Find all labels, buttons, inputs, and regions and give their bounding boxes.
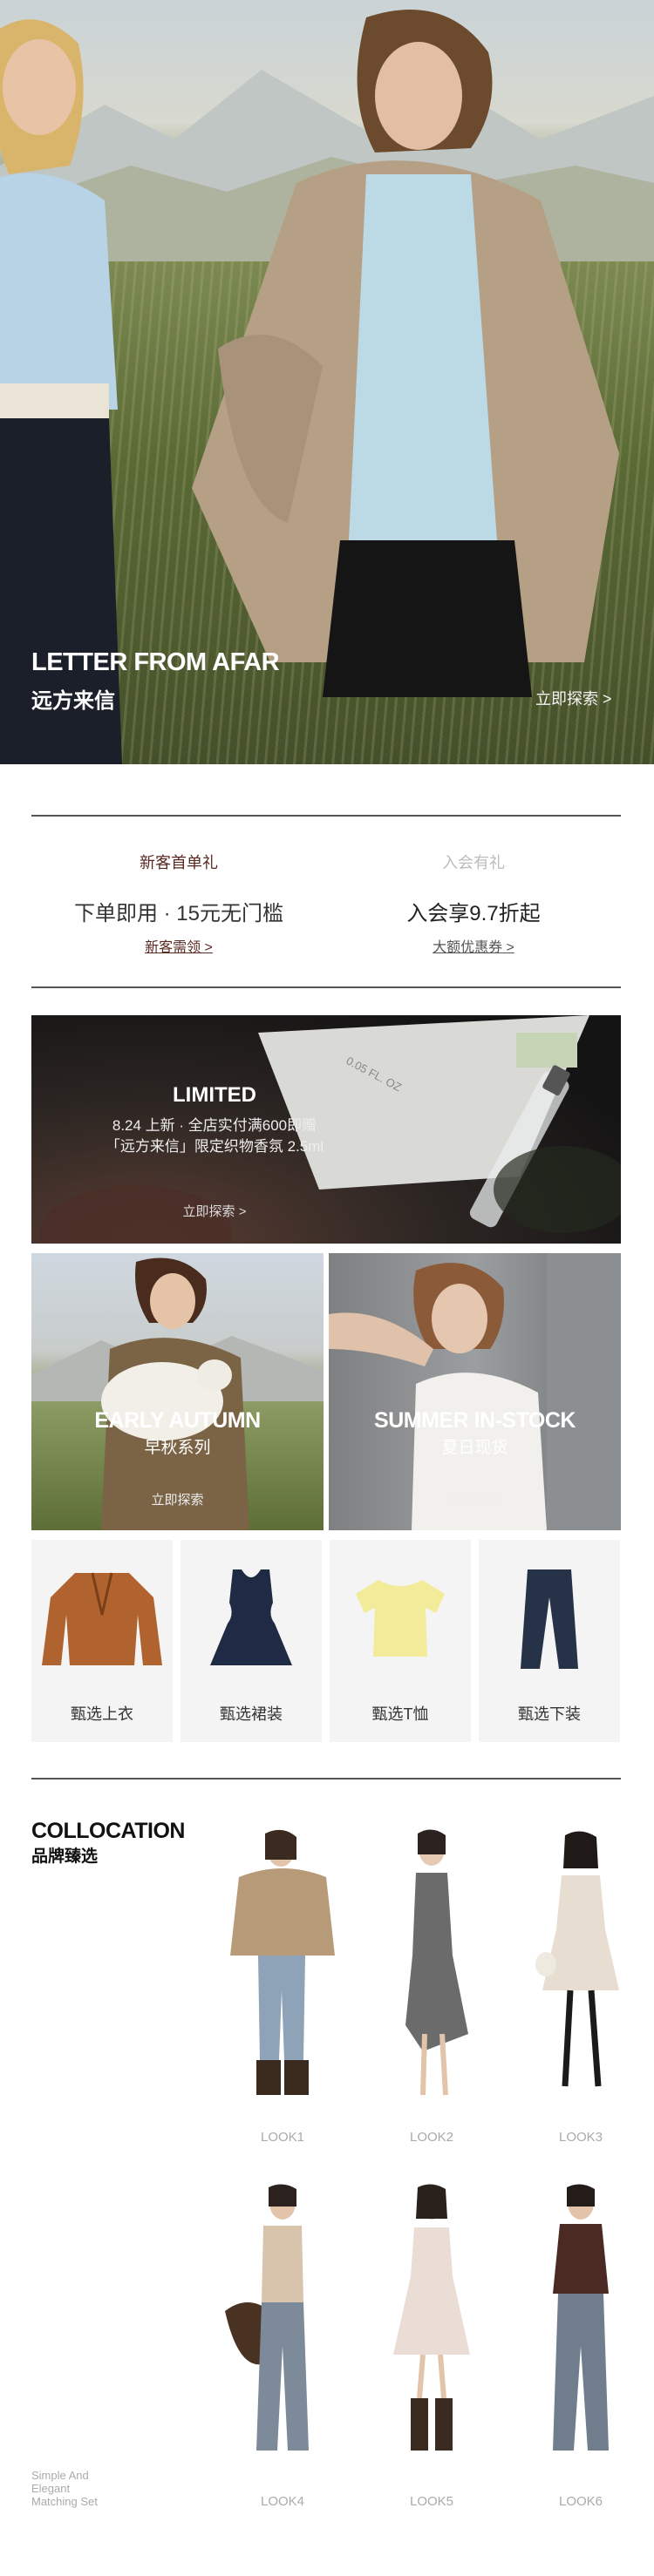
promo-title: EARLY AUTUMN — [94, 1408, 261, 1433]
look-3-outfit — [535, 1831, 619, 2087]
coupon-main-text: 入会享9.7折起 — [406, 902, 541, 925]
hero-title: LETTER FROM AFAR — [31, 648, 280, 676]
collocation-note: Simple And Elegant Matching Set — [31, 2469, 98, 2508]
look-2-outfit — [405, 1829, 468, 2096]
look-1-image[interactable] — [213, 1825, 352, 2112]
look-4-outfit — [225, 2184, 309, 2451]
coupon-new-customer[interactable]: 新客首单礼 下单即用 · 15元无门槛 新客需领 > — [31, 851, 326, 956]
look-2-label: LOOK2 — [409, 2130, 454, 2145]
coupon-label: 入会有礼 — [442, 854, 505, 871]
look-5-outfit — [393, 2184, 470, 2451]
category-dresses[interactable]: 甄选裙装 — [181, 1540, 322, 1742]
category-label: 甄选裙装 — [220, 1705, 283, 1723]
promo-explore-link[interactable]: 立即探索 — [329, 1490, 621, 1508]
collocation-title: COLLOCATION — [31, 1819, 185, 1843]
promo-early-autumn[interactable]: EARLY AUTUMN 早秋系列 立即探索 — [31, 1253, 324, 1530]
limited-line-2: 「远方来信」限定织物香氛 2.5ml — [105, 1138, 324, 1155]
limited-explore-link[interactable]: 立即探索 > — [31, 1202, 398, 1220]
category-label: 甄选T恤 — [371, 1705, 429, 1723]
category-label: 甄选上衣 — [71, 1705, 133, 1723]
tshirt-icon — [356, 1580, 445, 1657]
look-1-outfit — [230, 1829, 335, 2095]
coupon-member[interactable]: 入会有礼 入会享9.7折起 大额优惠券 > — [326, 851, 621, 956]
look-3-image[interactable] — [511, 1825, 651, 2112]
coupon-label: 新客首单礼 — [140, 854, 218, 871]
dress-icon — [210, 1569, 292, 1665]
divider — [31, 1778, 621, 1779]
category-bottoms[interactable]: 甄选下装 — [479, 1540, 620, 1742]
hero-subtitle: 远方来信 — [31, 689, 115, 713]
look-6-outfit — [553, 2184, 609, 2451]
collocation-subtitle: 品牌臻选 — [31, 1847, 99, 1866]
category-tshirts[interactable]: 甄选T恤 — [330, 1540, 471, 1742]
hero-explore-link[interactable]: 立即探索 > — [535, 687, 612, 709]
category-label: 甄选下装 — [518, 1705, 581, 1723]
coupon-claim-link[interactable]: 大额优惠券 > — [433, 935, 514, 956]
look-4-image[interactable] — [213, 2180, 352, 2468]
promo-subtitle: 早秋系列 — [144, 1439, 211, 1457]
jacket-icon — [42, 1572, 162, 1665]
summer-instock-image — [329, 1253, 621, 1530]
hero-banner[interactable]: LETTER FROM AFAR 远方来信 立即探索 > — [0, 0, 654, 764]
limited-banner[interactable]: 0.05 FL. OZ LIMITED 8.24 上新 · 全店实付满600即赠… — [31, 1015, 621, 1244]
promo-title: SUMMER IN-STOCK — [374, 1408, 576, 1433]
look-6-image[interactable] — [511, 2180, 651, 2468]
look-4-label: LOOK4 — [260, 2494, 305, 2509]
look-6-label: LOOK6 — [558, 2494, 603, 2509]
divider — [31, 986, 621, 988]
limited-title: LIMITED — [173, 1083, 256, 1107]
promo-summer-in-stock[interactable]: SUMMER IN-STOCK 夏日现货 立即探索 — [329, 1253, 621, 1530]
look-1-label: LOOK1 — [260, 2130, 305, 2145]
promo-subtitle: 夏日现货 — [441, 1439, 508, 1457]
look-2-image[interactable] — [362, 1825, 501, 2112]
coupon-claim-link[interactable]: 新客需领 > — [145, 935, 213, 956]
early-autumn-image — [31, 1257, 324, 1530]
jeans-icon — [521, 1569, 578, 1669]
divider — [31, 815, 621, 817]
look-5-image[interactable] — [362, 2180, 501, 2468]
look-3-label: LOOK3 — [558, 2130, 603, 2145]
limited-line-1: 8.24 上新 · 全店实付满600即赠 — [112, 1117, 317, 1134]
look-5-label: LOOK5 — [409, 2494, 454, 2509]
category-tops[interactable]: 甄选上衣 — [31, 1540, 173, 1742]
coupon-main-text: 下单即用 · 15元无门槛 — [73, 902, 284, 925]
promo-explore-link[interactable]: 立即探索 — [31, 1490, 324, 1508]
